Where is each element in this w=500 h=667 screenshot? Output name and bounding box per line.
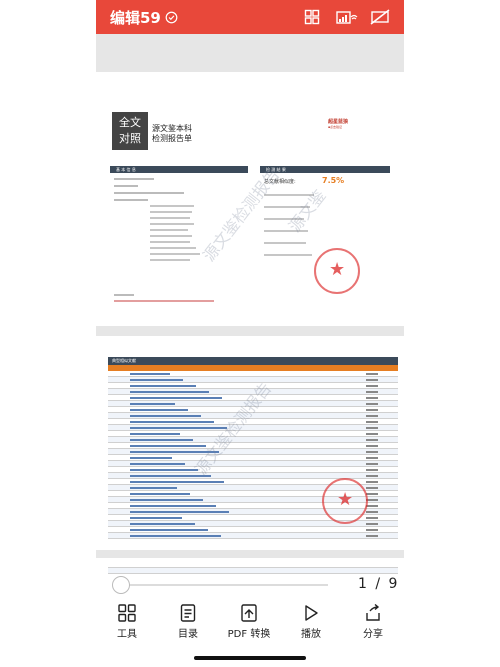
- page-indicator: 1 / 9: [358, 576, 397, 592]
- red-seal-stamp: ★: [322, 478, 368, 524]
- tools-label: 工具: [117, 629, 137, 640]
- document-list-icon: [180, 604, 196, 622]
- report-page-1: 全文 对照 源文鉴本科 检测报告单 超星蓝狼 ▪点击验证 基 本 信 息 检 测…: [96, 72, 404, 326]
- play-icon: [305, 605, 318, 621]
- bottom-panel: 1 / 9 工具 目录 PDF 转换 播放 分享: [96, 574, 404, 667]
- document-title-text: 编辑59: [110, 9, 161, 27]
- document-title[interactable]: 编辑59: [110, 7, 178, 28]
- tools-button[interactable]: 工具: [102, 604, 152, 640]
- share-button[interactable]: 分享: [348, 604, 398, 640]
- report-title: 源文鉴本科 检测报告单: [152, 124, 192, 144]
- current-page: 1: [358, 576, 367, 592]
- grid-icon[interactable]: [304, 9, 320, 25]
- report-page-2: 典型相似文献 源文鉴检测报告 ★: [96, 336, 404, 550]
- basic-info-header: 基 本 信 息: [110, 166, 248, 173]
- similar-docs-table-title: 典型相似文献: [108, 357, 398, 365]
- document-viewer[interactable]: 全文 对照 源文鉴本科 检测报告单 超星蓝狼 ▪点击验证 基 本 信 息 检 测…: [96, 34, 404, 574]
- top-toolbar: 编辑59: [96, 0, 404, 34]
- red-seal-stamp: ★: [314, 248, 360, 294]
- full-text-compare-logo: 全文 对照: [112, 112, 148, 150]
- watermark-text: 源文鉴检测报告: [199, 164, 284, 265]
- play-label: 播放: [301, 629, 321, 640]
- share-icon: [366, 604, 380, 621]
- tools-grid-icon: [118, 604, 136, 622]
- report-page-3: [96, 558, 404, 574]
- pdf-convert-icon: [241, 604, 257, 622]
- table-row: [108, 533, 398, 539]
- pdf-convert-button[interactable]: PDF 转换: [224, 604, 274, 640]
- watermark-text-2: 源文鉴: [284, 186, 330, 236]
- brand-logo: 超星蓝狼: [328, 119, 349, 125]
- share-label: 分享: [363, 629, 383, 640]
- logo-line-1: 全文: [119, 116, 141, 129]
- logo-line-2: 对照: [119, 132, 141, 145]
- result-header: 检 测 结 果: [260, 166, 390, 173]
- home-indicator[interactable]: [194, 656, 306, 660]
- verify-link[interactable]: ▪点击验证: [328, 125, 342, 129]
- cloud-check-icon: [165, 11, 178, 24]
- total-pages: 9: [388, 576, 398, 592]
- page-separator: /: [375, 576, 381, 592]
- report-title-line-1: 源文鉴本科: [152, 124, 192, 133]
- pdf-convert-label: PDF 转换: [227, 629, 271, 640]
- play-button[interactable]: 播放: [286, 604, 336, 640]
- page-slider-thumb[interactable]: [112, 576, 130, 594]
- contents-label: 目录: [178, 629, 198, 640]
- contents-button[interactable]: 目录: [163, 604, 213, 640]
- total-similarity-value: 7.5%: [322, 176, 345, 185]
- report-title-line-2: 检测报告单: [152, 134, 192, 143]
- no-screen-icon[interactable]: [370, 9, 390, 25]
- page-slider-track[interactable]: [122, 584, 328, 586]
- wifi-screen-icon[interactable]: [336, 9, 358, 25]
